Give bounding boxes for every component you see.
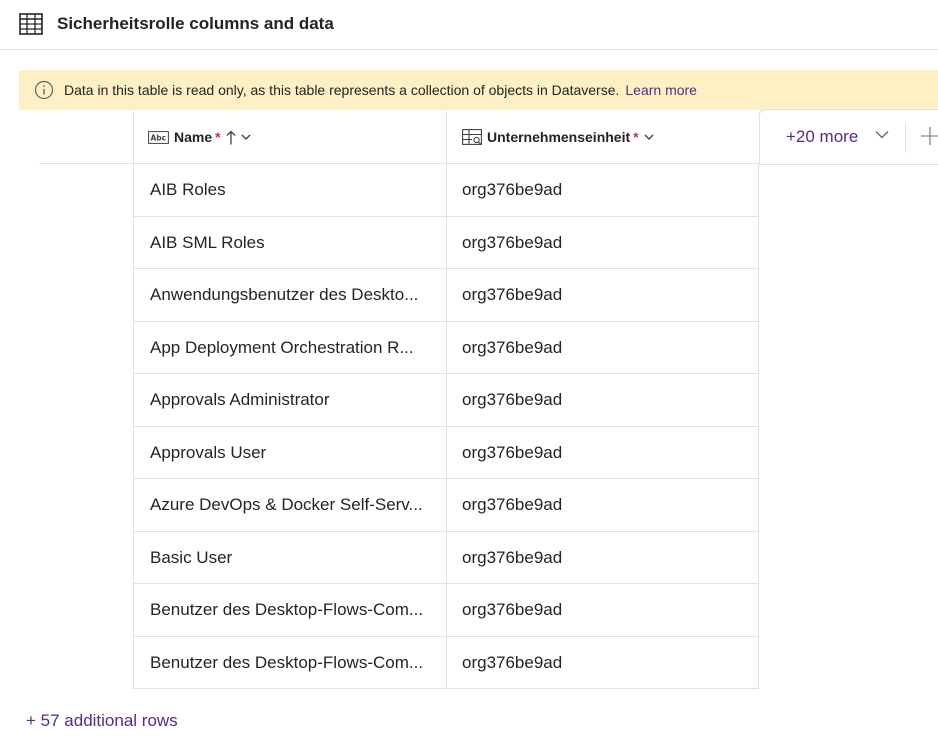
- cell-name[interactable]: Azure DevOps & Docker Self-Serv...: [150, 479, 440, 531]
- page: Sicherheitsrolle columns and data Data i…: [0, 0, 938, 749]
- divider: [905, 123, 906, 153]
- cell-name[interactable]: Basic User: [150, 532, 440, 584]
- cell-unit[interactable]: org376be9ad: [462, 374, 752, 426]
- required-mark: *: [633, 129, 639, 145]
- more-columns-panel: +20 more: [759, 109, 938, 165]
- column-header-name[interactable]: Abc Name *: [148, 111, 251, 163]
- cell-unit[interactable]: org376be9ad: [462, 479, 752, 531]
- required-mark: *: [215, 129, 221, 145]
- cell-name[interactable]: Benutzer des Desktop-Flows-Com...: [150, 637, 440, 689]
- cell-unit[interactable]: org376be9ad: [462, 269, 752, 321]
- chevron-down-icon[interactable]: [241, 133, 251, 141]
- cell-unit[interactable]: org376be9ad: [462, 164, 752, 216]
- more-columns-button[interactable]: +20 more: [786, 127, 858, 147]
- text-column-icon: Abc: [148, 130, 169, 144]
- svg-text:Abc: Abc: [151, 133, 167, 142]
- cell-name[interactable]: Anwendungsbenutzer des Deskto...: [150, 269, 440, 321]
- sort-ascending-icon[interactable]: [226, 130, 236, 145]
- additional-rows-link[interactable]: + 57 additional rows: [26, 711, 178, 731]
- banner-message: Data in this table is read only, as this…: [64, 82, 620, 98]
- cell-name[interactable]: App Deployment Orchestration R...: [150, 322, 440, 374]
- read-only-banner: Data in this table is read only, as this…: [19, 70, 938, 110]
- cell-name[interactable]: Approvals Administrator: [150, 374, 440, 426]
- cell-name[interactable]: Approvals User: [150, 427, 440, 479]
- page-header: Sicherheitsrolle columns and data: [0, 0, 938, 50]
- banner-message-row: Data in this table is read only, as this…: [64, 82, 697, 98]
- grid-line: [446, 111, 447, 689]
- cell-unit[interactable]: org376be9ad: [462, 427, 752, 479]
- cell-name[interactable]: Benutzer des Desktop-Flows-Com...: [150, 584, 440, 636]
- column-header-unternehmenseinheit[interactable]: Unternehmenseinheit *: [462, 111, 654, 163]
- lookup-column-icon: [462, 129, 482, 145]
- grid-line: [133, 111, 134, 689]
- cell-unit[interactable]: org376be9ad: [462, 584, 752, 636]
- table-icon: [19, 13, 43, 35]
- info-icon: [34, 80, 54, 100]
- cell-unit[interactable]: org376be9ad: [462, 217, 752, 269]
- cell-unit[interactable]: org376be9ad: [462, 637, 752, 689]
- cell-unit[interactable]: org376be9ad: [462, 532, 752, 584]
- cell-name[interactable]: AIB SML Roles: [150, 217, 440, 269]
- cell-unit[interactable]: org376be9ad: [462, 322, 752, 374]
- column-label: Unternehmenseinheit: [487, 129, 631, 145]
- chevron-down-icon[interactable]: [644, 133, 654, 141]
- cell-name[interactable]: AIB Roles: [150, 164, 440, 216]
- grid-line: [758, 163, 759, 689]
- chevron-down-icon[interactable]: [875, 130, 889, 139]
- add-column-icon[interactable]: [920, 126, 938, 146]
- page-title: Sicherheitsrolle columns and data: [57, 14, 334, 33]
- learn-more-link[interactable]: Learn more: [625, 82, 697, 98]
- column-label: Name: [174, 129, 213, 145]
